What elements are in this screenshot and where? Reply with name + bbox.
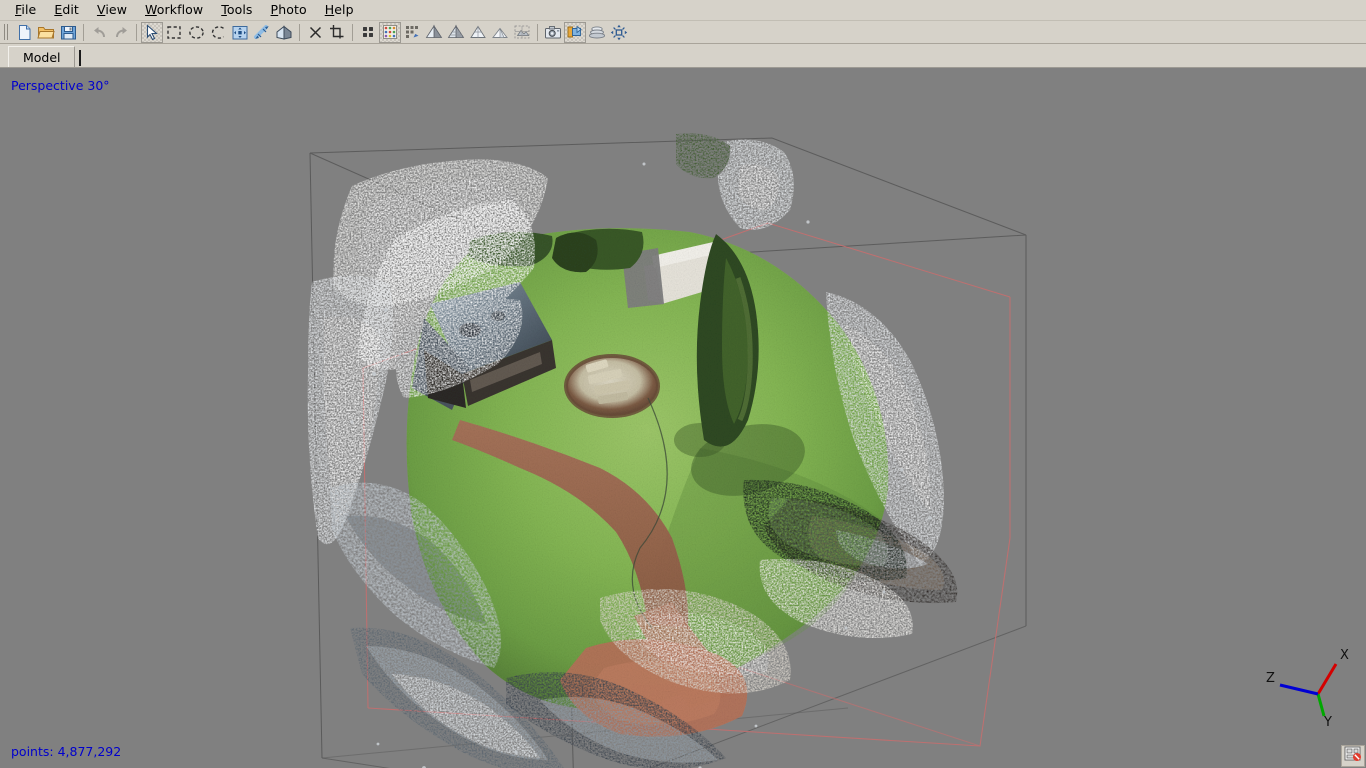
- wireframe-model-button[interactable]: [467, 22, 489, 43]
- undo-button[interactable]: [88, 22, 110, 43]
- rotate-object-icon: [253, 24, 271, 41]
- dense-cloud-classes-button[interactable]: [401, 22, 423, 43]
- new-document-icon: [16, 24, 33, 41]
- menu-item-mnemonic: H: [324, 1, 335, 17]
- resize-grip-icon: [1344, 746, 1362, 766]
- delete-selection-button[interactable]: [304, 22, 326, 43]
- toolbar-separator: [537, 23, 538, 41]
- toolbar-separator: [83, 23, 84, 41]
- solid-model-icon: [447, 24, 465, 40]
- point-count-label: points: 4,877,292: [11, 744, 122, 759]
- menu-item-mnemonic: W: [145, 1, 157, 17]
- menu-item-file[interactable]: File: [6, 1, 45, 20]
- point-cloud-canvas[interactable]: [0, 68, 1366, 768]
- scale-object-icon: [275, 24, 293, 41]
- document-tab-bar: Model: [0, 44, 1366, 67]
- menu-item-view[interactable]: View: [88, 1, 136, 20]
- menu-item-label: iew: [105, 1, 128, 17]
- axis-z-label: Z: [1266, 671, 1275, 686]
- textured-model-icon: [491, 24, 509, 40]
- point-cloud-button[interactable]: [357, 22, 379, 43]
- menu-item-tools[interactable]: Tools: [212, 1, 261, 20]
- tab-bar-empty-area: [80, 46, 1366, 67]
- toolbar-drag-handle[interactable]: [3, 23, 10, 41]
- menu-item-label: orkflow: [156, 1, 204, 17]
- projection-mode-label: Perspective 30°: [11, 78, 110, 93]
- move-object-icon: [231, 24, 249, 41]
- tiled-model-button[interactable]: [511, 22, 533, 43]
- main-toolbar: [0, 20, 1366, 44]
- axis-x-label: X: [1340, 648, 1349, 663]
- wireframe-model-icon: [469, 24, 487, 40]
- show-region-button[interactable]: [564, 21, 586, 43]
- freeform-selection-button[interactable]: [207, 22, 229, 43]
- menu-item-label: hoto: [278, 1, 307, 17]
- menu-bar: File Edit View Workflow Tools Photo Help: [0, 0, 1366, 20]
- dense-cloud-button[interactable]: [379, 21, 401, 43]
- axis-gizmo[interactable]: X Y Z: [1262, 640, 1362, 730]
- reset-view-icon: [610, 24, 628, 41]
- save-button[interactable]: [57, 22, 79, 43]
- toolbar-separator: [299, 23, 300, 41]
- textured-model-button[interactable]: [489, 22, 511, 43]
- dense-cloud-class-icon: [404, 24, 420, 40]
- cursor-arrow-icon: [145, 24, 159, 40]
- rotate-object-button[interactable]: [251, 22, 273, 43]
- open-folder-button[interactable]: [35, 22, 57, 43]
- dense-cloud-icon: [382, 24, 398, 40]
- new-document-button[interactable]: [13, 22, 35, 43]
- shaded-model-button[interactable]: [423, 22, 445, 43]
- menu-item-help[interactable]: Help: [316, 1, 363, 20]
- tiled-model-icon: [513, 24, 531, 40]
- circle-selection-icon: [188, 25, 205, 40]
- menu-item-label: dit: [62, 1, 79, 17]
- undo-arrow-icon: [91, 25, 108, 40]
- show-markers-button[interactable]: [586, 22, 608, 43]
- menu-item-label: ools: [226, 1, 253, 17]
- move-object-button[interactable]: [229, 22, 251, 43]
- axis-x: X: [1316, 648, 1349, 695]
- axis-y: Y: [1316, 693, 1332, 730]
- solid-model-button[interactable]: [445, 22, 467, 43]
- status-corner-indicator[interactable]: [1341, 745, 1365, 767]
- save-disk-icon: [60, 24, 77, 41]
- application-window: FileEditViewWorkflowToolsPhotoHelp: [0, 0, 1366, 768]
- dense-point-cloud: [307, 133, 958, 768]
- show-cameras-icon: [544, 25, 562, 40]
- toolbar-separator: [136, 23, 137, 41]
- menu-item-label: elp: [334, 1, 354, 17]
- show-region-icon: [566, 24, 584, 40]
- cloud-fringe-upper-right: [676, 133, 794, 230]
- delete-x-icon: [308, 25, 323, 40]
- open-folder-icon: [37, 24, 55, 41]
- reset-view-button[interactable]: [608, 22, 630, 43]
- show-cameras-button[interactable]: [542, 22, 564, 43]
- redo-button[interactable]: [110, 22, 132, 43]
- axis-y-label: Y: [1323, 715, 1332, 730]
- scale-object-button[interactable]: [273, 22, 295, 43]
- tab-model-label: Model: [23, 49, 61, 65]
- redo-arrow-icon: [113, 25, 130, 40]
- model-viewport[interactable]: Perspective 30° points: 4,877,292 X Y Z: [0, 67, 1366, 768]
- rectangle-selection-icon: [166, 25, 182, 40]
- menu-item-workflow[interactable]: Workflow: [136, 1, 212, 20]
- freeform-selection-icon: [210, 25, 227, 40]
- crop-selection-button[interactable]: [326, 22, 348, 43]
- circle-selection-button[interactable]: [185, 22, 207, 43]
- menu-item-photo[interactable]: Photo: [262, 1, 316, 20]
- axis-z: Z: [1266, 671, 1319, 696]
- menu-item-edit[interactable]: Edit: [45, 1, 88, 20]
- toolbar-separator: [352, 23, 353, 41]
- shaded-model-icon: [425, 24, 443, 40]
- menu-item-label: ile: [21, 1, 37, 17]
- navigation-tool-button[interactable]: [141, 21, 163, 43]
- rectangle-selection-button[interactable]: [163, 22, 185, 43]
- sparse-cloud-icon: [360, 24, 376, 40]
- stone-firepit: [564, 354, 660, 418]
- crop-selection-icon: [329, 24, 345, 40]
- show-markers-icon: [588, 24, 606, 40]
- tab-model[interactable]: Model: [8, 46, 75, 67]
